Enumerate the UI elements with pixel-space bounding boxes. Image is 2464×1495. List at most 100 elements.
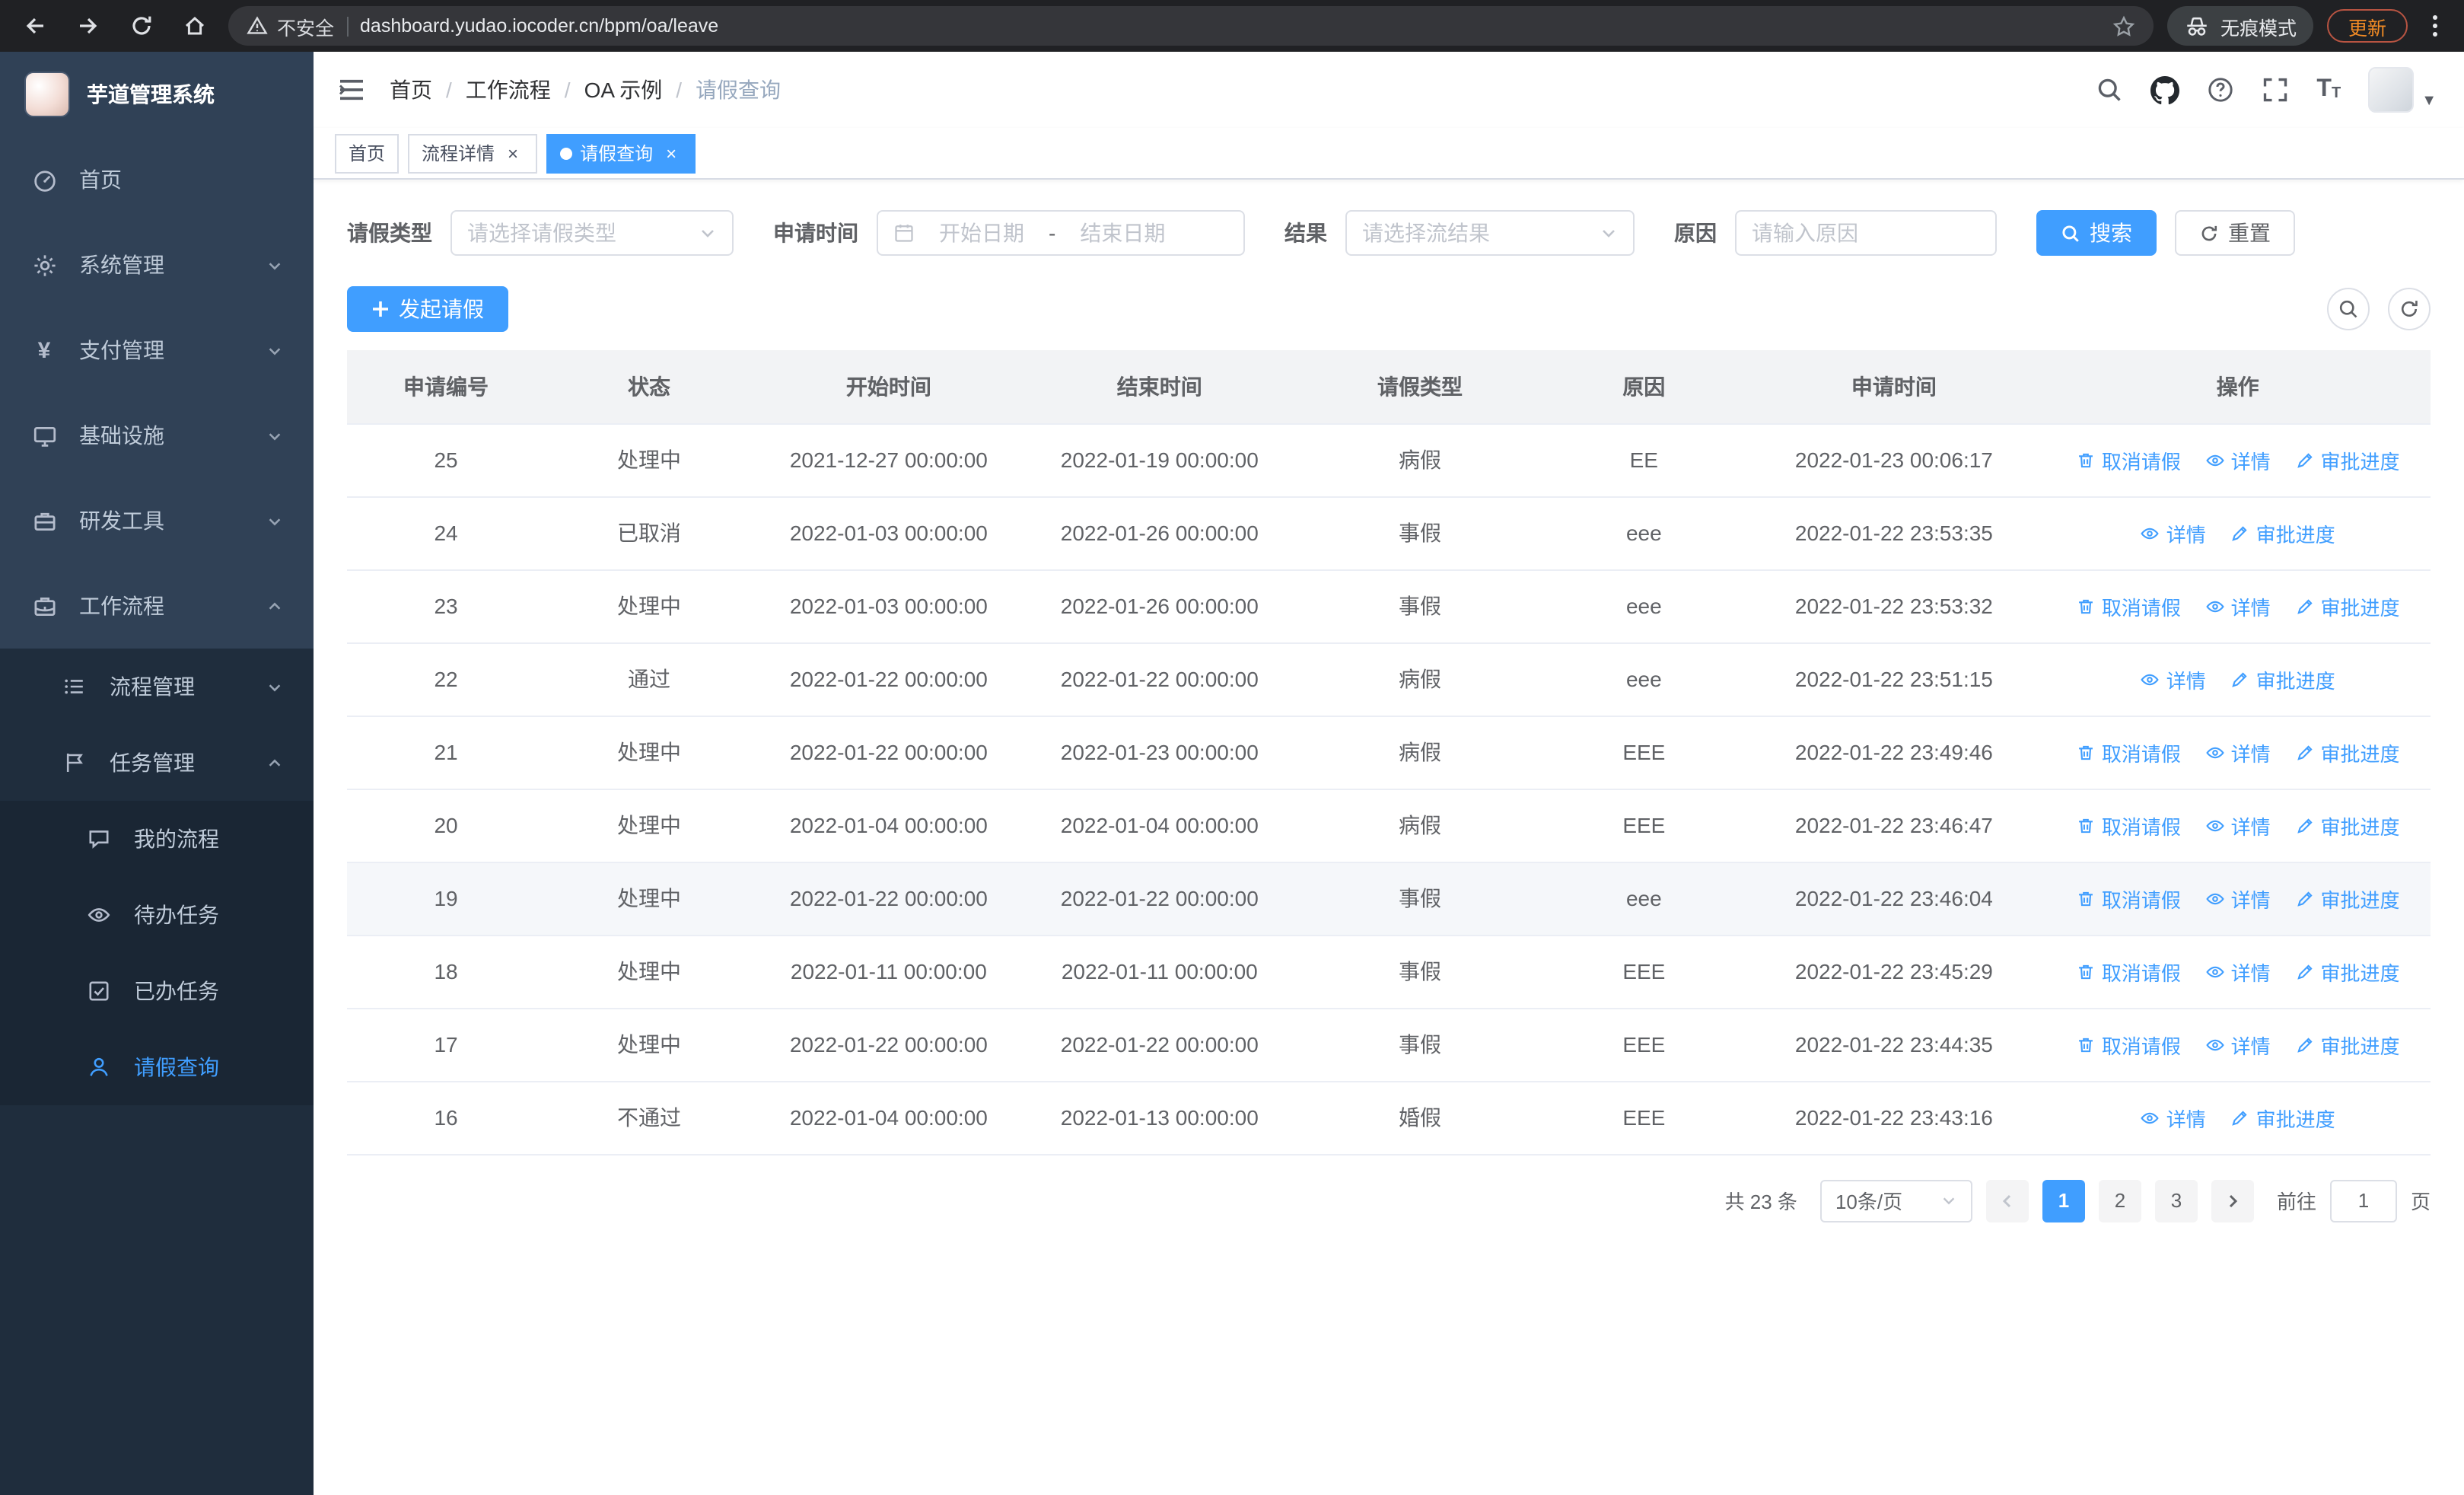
search-icon[interactable] bbox=[2096, 76, 2123, 104]
sidebar-item-todo-tasks[interactable]: 待办任务 bbox=[0, 877, 314, 953]
edit-icon bbox=[2297, 891, 2313, 906]
close-icon[interactable]: × bbox=[502, 142, 524, 164]
detail-link[interactable]: 详情 bbox=[2205, 445, 2271, 474]
sidebar-item-infrastructure[interactable]: 基础设施 bbox=[0, 393, 314, 478]
detail-link[interactable]: 详情 bbox=[2141, 1103, 2206, 1132]
approval-progress-link[interactable]: 审批进度 bbox=[2294, 445, 2400, 474]
sidebar-item-system[interactable]: 系统管理 bbox=[0, 222, 314, 308]
cancel-leave-link[interactable]: 取消请假 bbox=[2076, 957, 2181, 986]
forward-icon[interactable] bbox=[68, 6, 108, 46]
end-date-input[interactable] bbox=[1065, 221, 1181, 245]
cell-start-time: 2022-01-22 00:00:00 bbox=[753, 642, 1024, 716]
approval-progress-link[interactable]: 审批进度 bbox=[2294, 884, 2400, 913]
detail-link[interactable]: 详情 bbox=[2205, 957, 2271, 986]
page-button-1[interactable]: 1 bbox=[2042, 1179, 2085, 1222]
font-size-icon[interactable]: TT bbox=[2316, 77, 2341, 102]
bookmark-star-icon[interactable] bbox=[2112, 14, 2135, 37]
detail-link[interactable]: 详情 bbox=[2205, 884, 2271, 913]
github-icon[interactable] bbox=[2150, 75, 2180, 104]
sidebar-item-done-tasks[interactable]: 已办任务 bbox=[0, 953, 314, 1029]
sidebar-item-process-management[interactable]: 流程管理 bbox=[0, 649, 314, 725]
page-button-2[interactable]: 2 bbox=[2098, 1179, 2141, 1222]
approval-progress-link[interactable]: 审批进度 bbox=[2230, 1103, 2335, 1132]
cancel-leave-link[interactable]: 取消请假 bbox=[2076, 445, 2181, 474]
sidebar-item-workflow[interactable]: 工作流程 bbox=[0, 563, 314, 649]
security-warning[interactable]: 不安全 bbox=[247, 11, 334, 40]
detail-link[interactable]: 详情 bbox=[2141, 518, 2206, 547]
create-leave-button[interactable]: 发起请假 bbox=[347, 286, 508, 332]
search-button[interactable]: 搜索 bbox=[2036, 210, 2157, 256]
refresh-table-icon[interactable] bbox=[2388, 288, 2431, 330]
home-icon[interactable] bbox=[175, 6, 215, 46]
detail-link[interactable]: 详情 bbox=[2141, 665, 2206, 693]
approval-progress-link[interactable]: 审批进度 bbox=[2294, 811, 2400, 840]
sidebar-item-home[interactable]: 首页 bbox=[0, 137, 314, 222]
cell-reason: EEE bbox=[1545, 1008, 1743, 1082]
tab-home[interactable]: 首页 bbox=[335, 133, 400, 173]
approval-progress-link[interactable]: 审批进度 bbox=[2230, 518, 2335, 547]
close-icon[interactable]: × bbox=[661, 142, 682, 164]
page-button-3[interactable]: 3 bbox=[2154, 1179, 2198, 1222]
sidebar-item-my-processes[interactable]: 我的流程 bbox=[0, 801, 314, 877]
sidebar-toggle-icon[interactable] bbox=[314, 52, 390, 128]
sidebar-item-devtools[interactable]: 研发工具 bbox=[0, 478, 314, 563]
sidebar-item-task-management[interactable]: 任务管理 bbox=[0, 725, 314, 801]
sidebar-item-leave-query[interactable]: 请假查询 bbox=[0, 1029, 314, 1105]
cell-actions: 取消请假 详情 审批进度 bbox=[2045, 423, 2431, 497]
start-date-input[interactable] bbox=[924, 221, 1039, 245]
user-menu[interactable]: ▼ bbox=[2368, 67, 2437, 113]
detail-link[interactable]: 详情 bbox=[2205, 738, 2271, 767]
next-page-button[interactable] bbox=[2211, 1179, 2254, 1222]
cell-start-time: 2022-01-22 00:00:00 bbox=[753, 862, 1024, 936]
cancel-leave-link[interactable]: 取消请假 bbox=[2076, 884, 2181, 913]
eye-icon bbox=[2141, 527, 2160, 539]
back-icon[interactable] bbox=[15, 6, 55, 46]
cell-actions: 详情 审批进度 bbox=[2045, 642, 2431, 716]
fullscreen-icon[interactable] bbox=[2262, 76, 2289, 104]
cancel-leave-link[interactable]: 取消请假 bbox=[2076, 591, 2181, 620]
reset-button[interactable]: 重置 bbox=[2175, 210, 2295, 256]
date-range-picker[interactable]: - bbox=[877, 210, 1245, 256]
detail-link[interactable]: 详情 bbox=[2205, 1030, 2271, 1059]
avatar[interactable] bbox=[2368, 67, 2415, 113]
col-apply-time: 申请时间 bbox=[1743, 350, 2045, 424]
toggle-search-icon[interactable] bbox=[2327, 288, 2370, 330]
reason-input[interactable] bbox=[1752, 221, 1980, 245]
app-logo[interactable]: 芋道管理系统 bbox=[0, 52, 314, 137]
goto-page-input[interactable] bbox=[2329, 1179, 2397, 1222]
breadcrumb-workflow[interactable]: 工作流程 bbox=[466, 75, 551, 105]
browser-update-button[interactable]: 更新 bbox=[2326, 9, 2408, 43]
page-size-select[interactable]: 10条/页 bbox=[1819, 1179, 1972, 1222]
cell-apply-id: 16 bbox=[347, 1081, 546, 1155]
result-input[interactable] bbox=[1362, 221, 1600, 245]
tab-leave-query[interactable]: 请假查询 × bbox=[546, 133, 696, 173]
help-icon[interactable] bbox=[2207, 76, 2234, 104]
breadcrumb-oa-example[interactable]: OA 示例 bbox=[584, 75, 663, 105]
approval-progress-link[interactable]: 审批进度 bbox=[2294, 591, 2400, 620]
browser-menu-icon[interactable] bbox=[2421, 14, 2449, 38]
cancel-leave-link[interactable]: 取消请假 bbox=[2076, 1030, 2181, 1059]
reload-icon[interactable] bbox=[122, 6, 161, 46]
result-select[interactable] bbox=[1345, 210, 1635, 256]
sidebar-item-payment[interactable]: ¥ 支付管理 bbox=[0, 308, 314, 393]
detail-link[interactable]: 详情 bbox=[2205, 591, 2271, 620]
approval-progress-link[interactable]: 审批进度 bbox=[2294, 738, 2400, 767]
table-row: 16 不通过 2022-01-04 00:00:00 2022-01-13 00… bbox=[347, 1081, 2431, 1155]
breadcrumb-home[interactable]: 首页 bbox=[390, 75, 432, 105]
prev-page-button[interactable] bbox=[1985, 1179, 2029, 1222]
url-text[interactable]: dashboard.yudao.iocoder.cn/bpm/oa/leave bbox=[360, 15, 2100, 37]
approval-progress-link[interactable]: 审批进度 bbox=[2294, 1030, 2400, 1059]
sidebar-item-label: 任务管理 bbox=[110, 751, 195, 775]
leave-type-input[interactable] bbox=[467, 221, 699, 245]
detail-link[interactable]: 详情 bbox=[2205, 811, 2271, 840]
cancel-leave-link[interactable]: 取消请假 bbox=[2076, 738, 2181, 767]
tab-process-detail[interactable]: 流程详情 × bbox=[408, 133, 538, 173]
cancel-leave-link[interactable]: 取消请假 bbox=[2076, 811, 2181, 840]
cell-apply-id: 17 bbox=[347, 1008, 546, 1082]
leave-type-select[interactable] bbox=[450, 210, 734, 256]
approval-progress-link[interactable]: 审批进度 bbox=[2294, 957, 2400, 986]
reason-field[interactable] bbox=[1735, 210, 1997, 256]
eye-icon bbox=[2205, 965, 2224, 977]
approval-progress-link[interactable]: 审批进度 bbox=[2230, 665, 2335, 693]
url-bar[interactable]: 不安全 dashboard.yudao.iocoder.cn/bpm/oa/le… bbox=[228, 6, 2154, 46]
